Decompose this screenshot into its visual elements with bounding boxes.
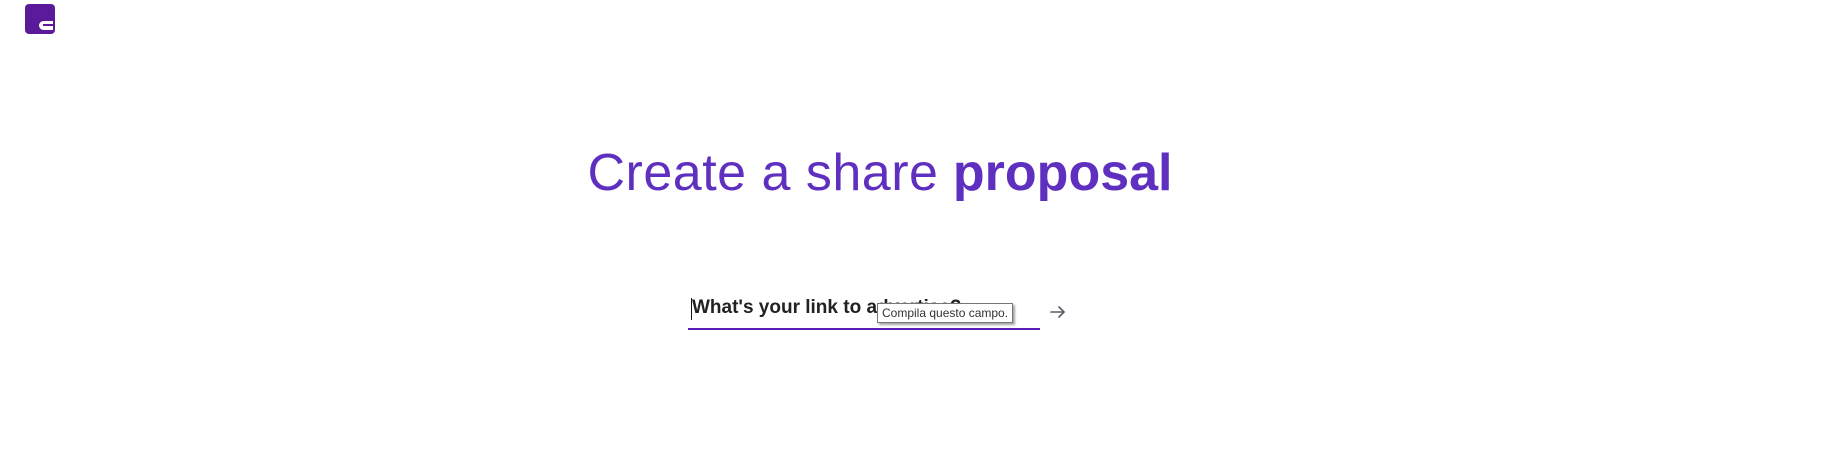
title-light-text: Create a share — [587, 144, 939, 202]
validation-tooltip: Compila questo campo. — [877, 303, 1014, 323]
title-bold-text: proposal — [952, 144, 1173, 202]
arrow-right-icon — [1048, 306, 1068, 325]
submit-button[interactable] — [1048, 302, 1068, 322]
text-caret — [691, 298, 692, 320]
logo-mark — [39, 21, 53, 30]
brand-logo-icon[interactable] — [25, 4, 55, 34]
page: Create a share proposal Compila questo c… — [0, 0, 1829, 457]
page-title: Create a share proposal — [0, 140, 1760, 206]
